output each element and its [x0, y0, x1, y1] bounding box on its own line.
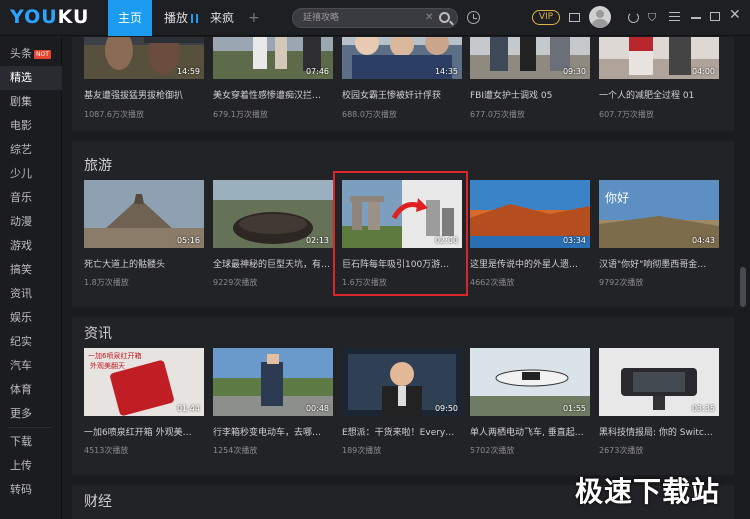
video-plays: 679.1万次播放: [213, 110, 268, 119]
sidebar-item-download[interactable]: 下载: [0, 430, 62, 454]
tab-laifeng[interactable]: 来疯: [202, 0, 242, 36]
minimize-icon[interactable]: [691, 17, 701, 19]
video-plays: 5702次播放: [470, 446, 515, 455]
sidebar-item-kids[interactable]: 少儿: [0, 162, 62, 186]
video-thumbnail[interactable]: 00:48: [213, 348, 333, 416]
avatar[interactable]: [589, 6, 611, 28]
video-title[interactable]: 基友遭强拔猛男拔枪御扒: [84, 88, 206, 101]
video-thumbnail[interactable]: 你好 04:43: [599, 180, 719, 248]
sidebar-item-more[interactable]: 更多: [0, 402, 62, 426]
video-title[interactable]: 一个人的减肥全过程 01: [599, 88, 721, 101]
video-thumbnail[interactable]: 07:46: [213, 37, 333, 79]
menu-icon[interactable]: [669, 12, 680, 21]
sidebar: 头条 NOT 精选 剧集 电影 综艺 少儿 音乐 动漫 游戏 搞笑 资讯 娱乐 纪…: [0, 37, 62, 519]
sidebar-item-upload[interactable]: 上传: [0, 454, 62, 478]
video-plays: 9229次播放: [213, 278, 258, 287]
video-plays: 4513次播放: [84, 446, 129, 455]
sidebar-item-sports[interactable]: 体育: [0, 378, 62, 402]
sidebar-item-movies[interactable]: 电影: [0, 114, 62, 138]
video-plays: 1.8万次播放: [84, 278, 129, 287]
video-title[interactable]: 死亡大道上的骷髅头: [84, 257, 206, 270]
video-plays: 688.0万次播放: [342, 110, 397, 119]
sidebar-item-variety[interactable]: 综艺: [0, 138, 62, 162]
video-thumbnail[interactable]: 14:59: [84, 37, 204, 79]
youku-logo[interactable]: YOUKU: [10, 6, 90, 28]
tab-home[interactable]: 主页: [108, 0, 152, 36]
video-title[interactable]: E想派：干货来啦！Every…: [342, 425, 464, 438]
sidebar-item-series[interactable]: 剧集: [0, 90, 62, 114]
section-recommended: 14:59 基友遭强拔猛男拔枪御扒 1087.6万次播放 07:46 美女穿着性…: [72, 37, 734, 131]
sidebar-divider: [8, 427, 52, 428]
thumbnail-banner-text: 一加6喷泉红开箱: [88, 351, 141, 360]
video-title[interactable]: 一加6喷泉红开箱 外观美…: [84, 425, 206, 438]
video-title[interactable]: 全球最神秘的巨型天坑，有…: [213, 257, 335, 270]
video-thumbnail[interactable]: 09:30: [470, 37, 590, 79]
search-input[interactable]: [303, 11, 413, 25]
video-plays: 677.0万次播放: [470, 110, 525, 119]
video-title[interactable]: FBI遭女护士调戏 05: [470, 88, 592, 101]
video-thumbnail[interactable]: 02:13: [213, 180, 333, 248]
mail-icon[interactable]: [569, 13, 580, 22]
video-title[interactable]: 行李箱秒变电动车，去哪…: [213, 425, 335, 438]
sidebar-item-news[interactable]: 资讯: [0, 282, 62, 306]
sidebar-item-games[interactable]: 游戏: [0, 234, 62, 258]
thumbnail-sign-text: 你好: [605, 191, 629, 205]
video-title[interactable]: 美女穿着性感惨遭痴汉拦…: [213, 88, 335, 101]
video-plays: 1087.6万次播放: [84, 110, 144, 119]
video-plays: 9792次播放: [599, 278, 644, 287]
search-box: ✕: [292, 8, 458, 28]
video-title[interactable]: 单人两栖电动飞车, 垂直起…: [470, 425, 592, 438]
video-thumbnail[interactable]: 09:50: [342, 348, 462, 416]
video-plays: 2673次播放: [599, 446, 644, 455]
pause-icon: [191, 14, 199, 23]
tab-play[interactable]: 播放: [156, 0, 206, 36]
sidebar-item-funny[interactable]: 搞笑: [0, 258, 62, 282]
video-title[interactable]: 汉语"你好"响彻墨西哥金…: [599, 257, 721, 270]
hot-badge: NOT: [34, 50, 51, 59]
sidebar-item-documentary[interactable]: 纪实: [0, 330, 62, 354]
scrollbar[interactable]: [738, 37, 748, 519]
highlight-frame: [333, 171, 468, 296]
clear-icon[interactable]: ✕: [425, 12, 433, 23]
section-news: 资讯 一加6喷泉红开箱 外观美翻天 01:44 一加6喷泉红开箱 外观美… 451…: [72, 317, 734, 475]
sidebar-item-entertainment[interactable]: 娱乐: [0, 306, 62, 330]
thumbnail-banner-text: 外观美翻天: [90, 361, 125, 370]
history-icon[interactable]: [467, 11, 480, 24]
video-thumbnail[interactable]: 03:35: [599, 348, 719, 416]
video-title[interactable]: 校园女霸王惨被奸计俘获: [342, 88, 464, 101]
sidebar-item-transcode[interactable]: 转码: [0, 478, 62, 502]
top-bar: YOUKU 主页 播放 来疯 + ✕ VIP ⛉ ✕: [0, 0, 750, 36]
skin-icon[interactable]: ⛉: [648, 12, 656, 24]
video-thumbnail[interactable]: 04:00: [599, 37, 719, 79]
vip-button[interactable]: VIP: [532, 10, 560, 25]
video-plays: 4662次播放: [470, 278, 515, 287]
sidebar-item-music[interactable]: 音乐: [0, 186, 62, 210]
maximize-icon[interactable]: [710, 12, 720, 21]
sidebar-item-anime[interactable]: 动漫: [0, 210, 62, 234]
section-title[interactable]: 财经: [84, 491, 112, 511]
sidebar-item-auto[interactable]: 汽车: [0, 354, 62, 378]
video-thumbnail[interactable]: 05:16: [84, 180, 204, 248]
add-tab-button[interactable]: +: [240, 0, 268, 36]
section-title[interactable]: 旅游: [84, 155, 112, 175]
scroll-thumb[interactable]: [740, 267, 746, 307]
video-title[interactable]: 黑科技情报局: 你的 Switc…: [599, 425, 721, 438]
search-icon[interactable]: [439, 12, 450, 23]
video-plays: 189次播放: [342, 446, 382, 455]
video-thumbnail[interactable]: 03:34: [470, 180, 590, 248]
video-title[interactable]: 这里是传说中的外星人遗…: [470, 257, 592, 270]
section-title[interactable]: 资讯: [84, 323, 112, 343]
close-icon[interactable]: ✕: [729, 8, 741, 22]
video-thumbnail[interactable]: 01:55: [470, 348, 590, 416]
video-plays: 1254次播放: [213, 446, 258, 455]
sidebar-item-headlines[interactable]: 头条 NOT: [0, 42, 62, 66]
watermark: 极速下载站: [575, 475, 721, 508]
refresh-icon[interactable]: [628, 12, 639, 23]
video-thumbnail[interactable]: 一加6喷泉红开箱 外观美翻天 01:44: [84, 348, 204, 416]
sidebar-item-featured[interactable]: 精选: [0, 66, 62, 90]
video-thumbnail[interactable]: 14:35: [342, 37, 462, 79]
video-plays: 607.7万次播放: [599, 110, 654, 119]
